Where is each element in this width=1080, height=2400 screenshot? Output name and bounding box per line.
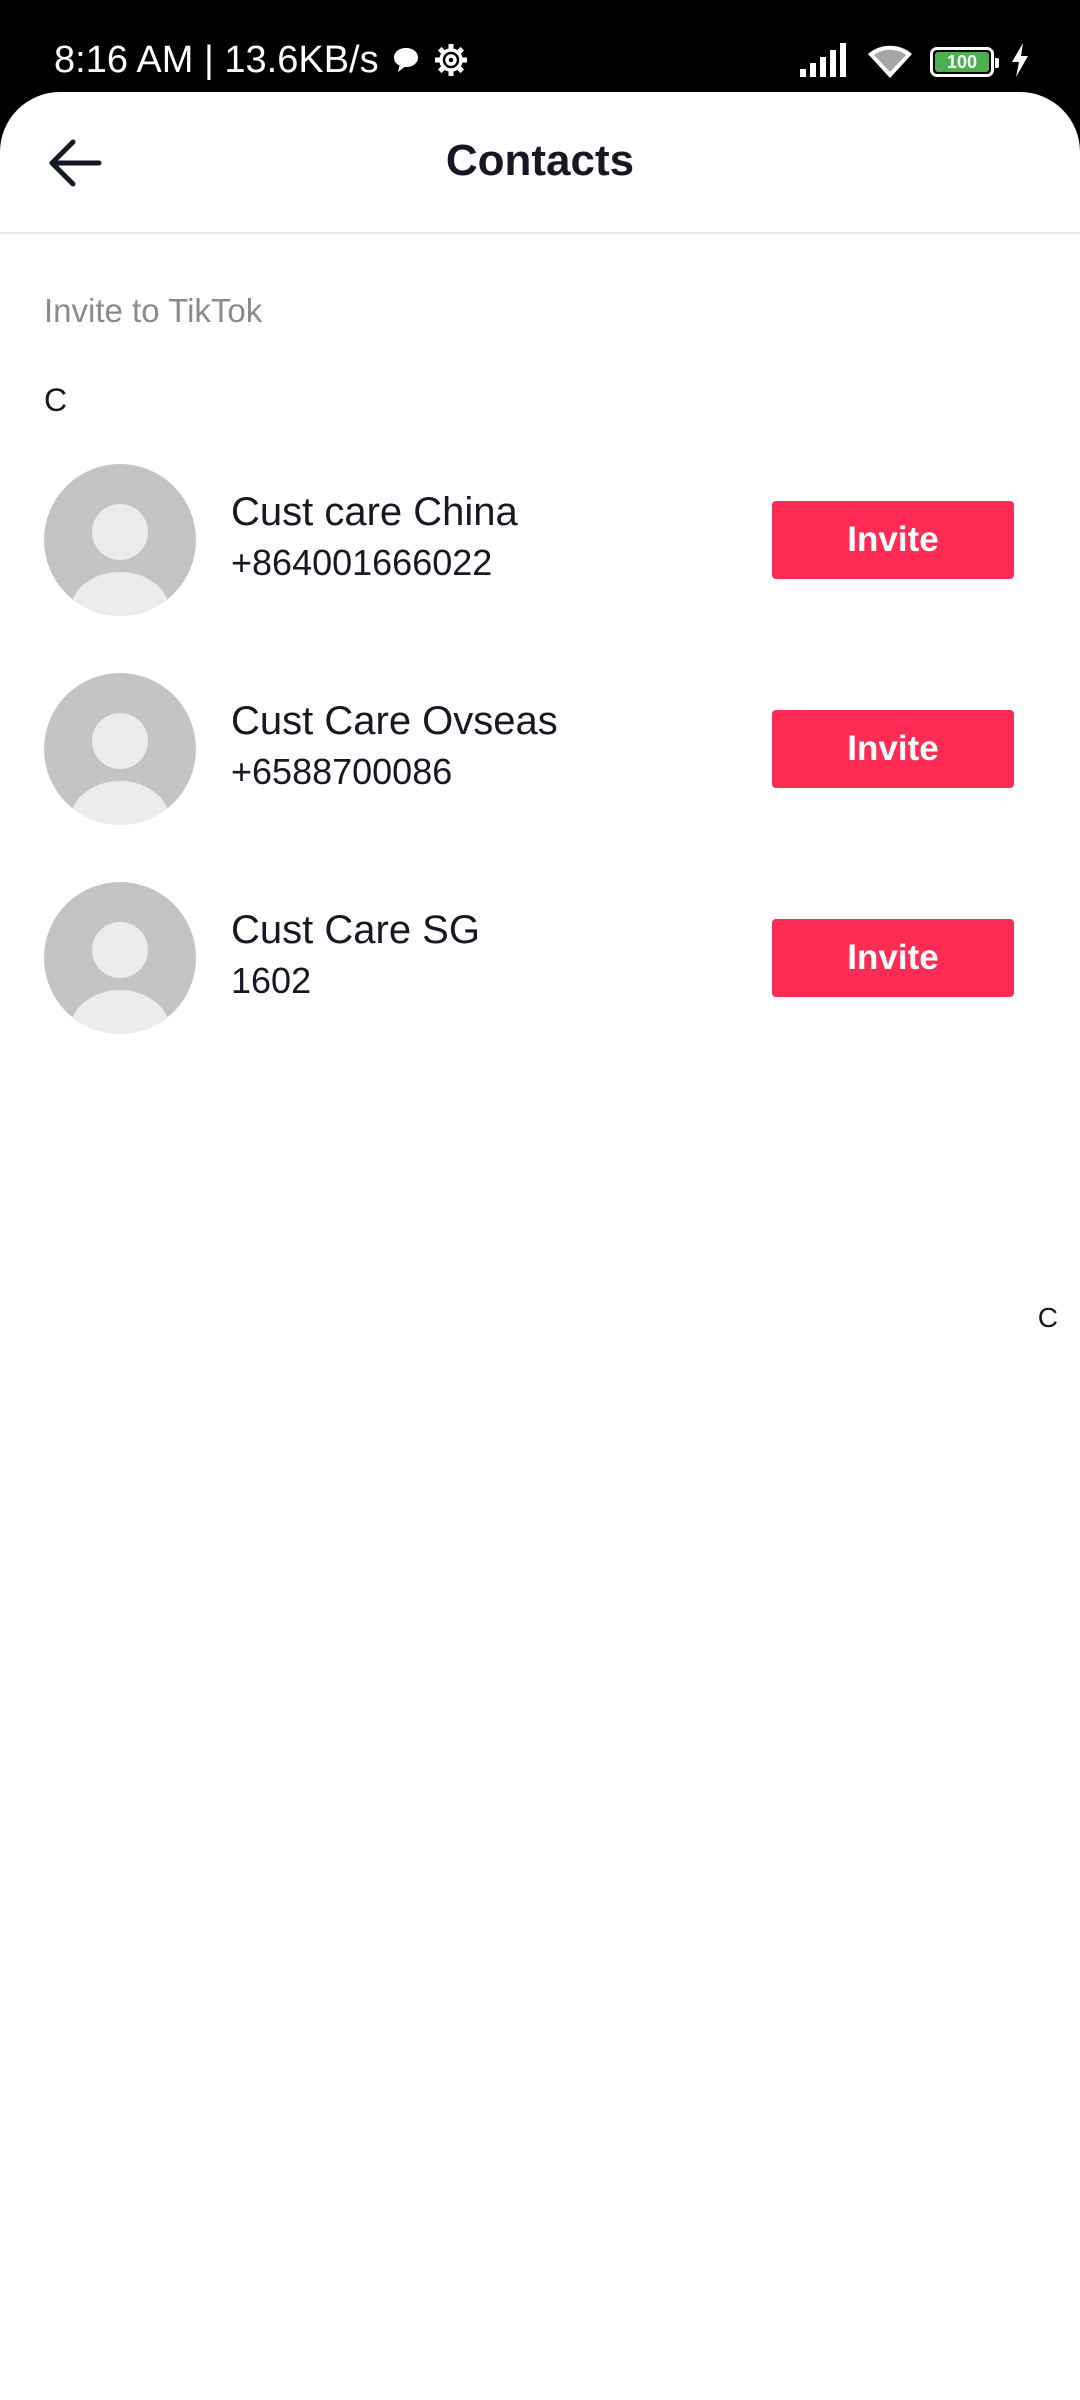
contacts-screen: Contacts Invite to TikTok C Cust care Ch… <box>0 92 1080 2400</box>
group-letter: C <box>44 382 68 418</box>
avatar-head-shape <box>92 922 148 978</box>
status-right: 100 <box>800 38 1030 86</box>
avatar-body-shape <box>70 572 170 616</box>
contact-name: Cust Care SG <box>231 908 480 952</box>
index-bar-letter[interactable]: C <box>1038 1302 1058 1334</box>
contact-phone: 1602 <box>231 960 312 1001</box>
contact-phone: +864001666022 <box>231 542 493 583</box>
chat-bubble-icon <box>391 45 421 75</box>
status-left: 8:16 AM | 13.6KB/s <box>54 36 469 84</box>
contact-name: Cust Care Ovseas <box>231 699 558 743</box>
battery-indicator: 100 <box>930 47 999 77</box>
contact-row: Cust Care SG 1602 Invite <box>0 882 1080 1034</box>
avatar-head-shape <box>92 713 148 769</box>
avatar <box>44 673 196 825</box>
contact-name: Cust care China <box>231 490 518 534</box>
top-bar: Contacts <box>0 92 1080 234</box>
page-title: Contacts <box>445 136 635 185</box>
signal-icon <box>800 42 850 82</box>
gear-icon <box>433 42 469 78</box>
battery-level: 100 <box>946 52 978 72</box>
wifi-icon <box>866 42 914 83</box>
invite-button[interactable]: Invite <box>772 710 1014 788</box>
status-time-speed: 8:16 AM | 13.6KB/s <box>54 38 379 81</box>
invite-button[interactable]: Invite <box>772 919 1014 997</box>
contact-row: Cust care China +864001666022 Invite <box>0 464 1080 616</box>
charging-bolt-icon <box>1010 42 1030 82</box>
status-bar: 8:16 AM | 13.6KB/s 100 <box>0 0 1080 96</box>
avatar-body-shape <box>70 781 170 825</box>
avatar-head-shape <box>92 504 148 560</box>
avatar <box>44 464 196 616</box>
avatar-body-shape <box>70 990 170 1034</box>
avatar <box>44 882 196 1034</box>
contact-phone: +6588700086 <box>231 751 453 792</box>
contact-row: Cust Care Ovseas +6588700086 Invite <box>0 673 1080 825</box>
section-label: Invite to TikTok <box>44 292 263 329</box>
invite-button[interactable]: Invite <box>772 501 1014 579</box>
